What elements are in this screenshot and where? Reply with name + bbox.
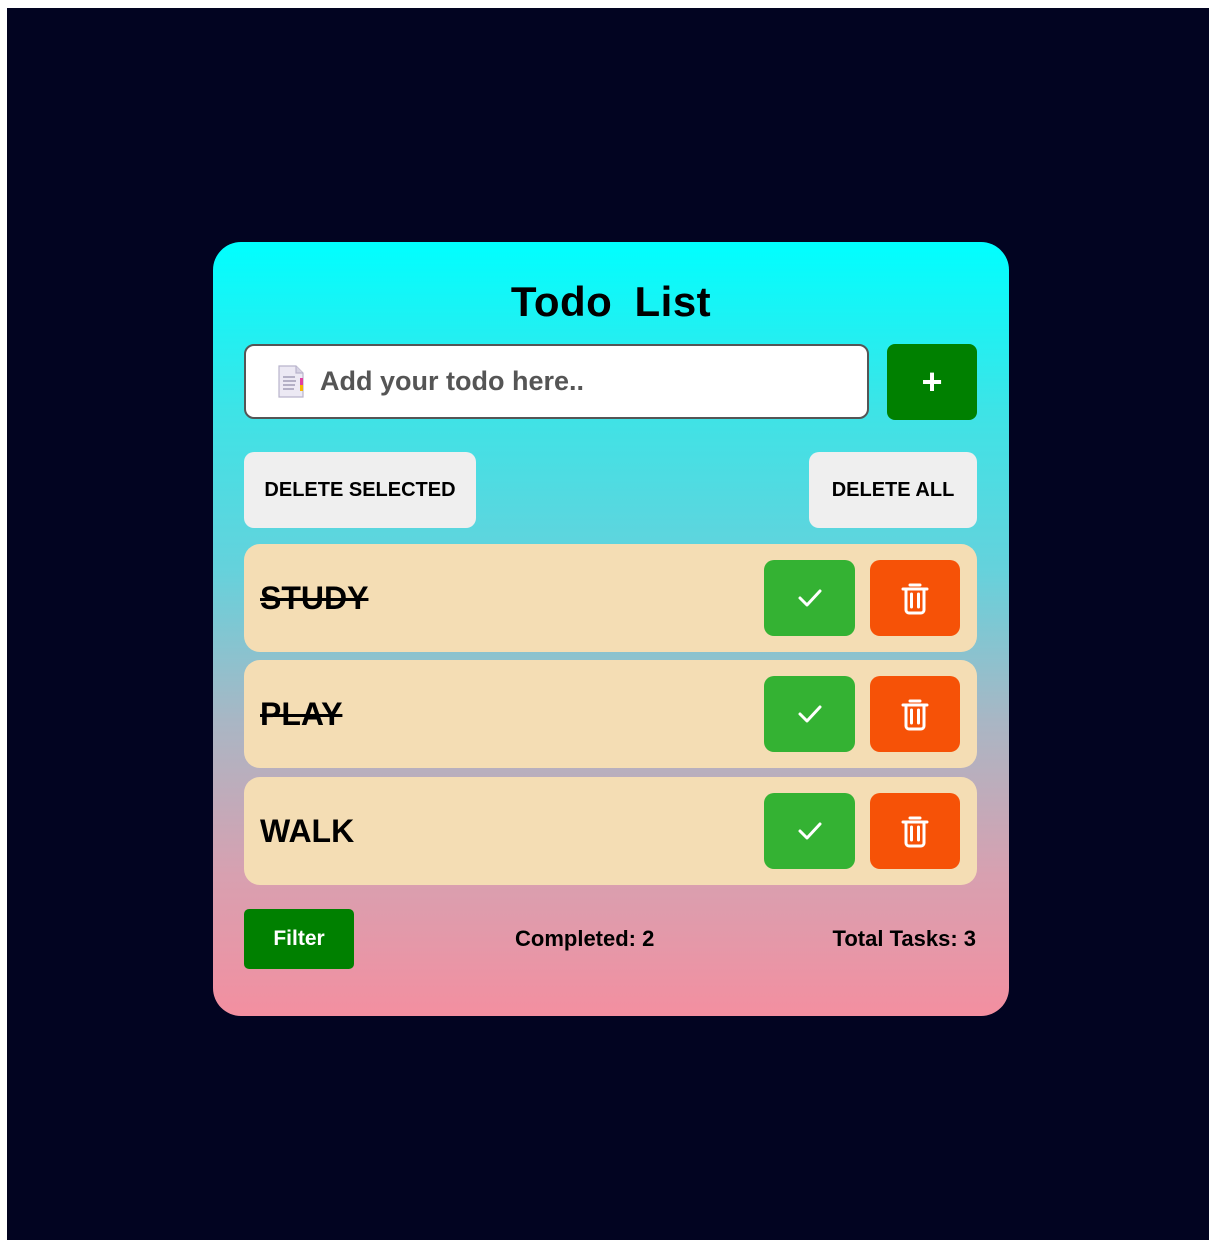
delete-todo-button[interactable] — [870, 676, 960, 752]
filter-button[interactable]: Filter — [244, 909, 354, 969]
complete-button[interactable] — [764, 793, 855, 869]
app-title: Todo List — [510, 278, 712, 325]
filter-label: Filter — [273, 927, 325, 950]
delete-todo-button[interactable] — [870, 793, 960, 869]
check-icon — [798, 822, 821, 840]
check-icon — [798, 705, 821, 723]
plus-icon: + — [921, 361, 943, 402]
todo-item: WALK — [244, 777, 977, 885]
delete-all-label: DELETE ALL — [831, 478, 955, 501]
delete-selected-button[interactable]: DELETE SELECTED — [244, 452, 476, 528]
trash-icon — [901, 583, 929, 615]
todo-input-container[interactable] — [244, 344, 869, 419]
trash-icon — [901, 816, 929, 848]
todo-text: PLAY — [260, 696, 343, 732]
todo-text: STUDY — [260, 580, 369, 616]
todo-item: PLAY — [244, 660, 977, 768]
todo-item: STUDY — [244, 544, 977, 652]
trash-icon — [901, 699, 929, 731]
app-background: Todo List + DELETE SELECTED DELETE ALL — [7, 8, 1209, 1240]
complete-button[interactable] — [764, 560, 855, 636]
add-todo-button[interactable]: + — [887, 344, 977, 420]
delete-all-button[interactable]: DELETE ALL — [809, 452, 977, 528]
notepad-icon — [278, 364, 304, 398]
todo-input[interactable] — [320, 351, 820, 412]
completed-count: Completed: 2 — [515, 926, 655, 951]
total-tasks-count: Total Tasks: 3 — [832, 926, 976, 951]
todo-card: Todo List + DELETE SELECTED DELETE ALL — [213, 242, 1009, 1016]
delete-selected-label: DELETE SELECTED — [264, 478, 456, 501]
delete-todo-button[interactable] — [870, 560, 960, 636]
complete-button[interactable] — [764, 676, 855, 752]
todo-text: WALK — [260, 813, 355, 849]
check-icon — [798, 589, 821, 607]
